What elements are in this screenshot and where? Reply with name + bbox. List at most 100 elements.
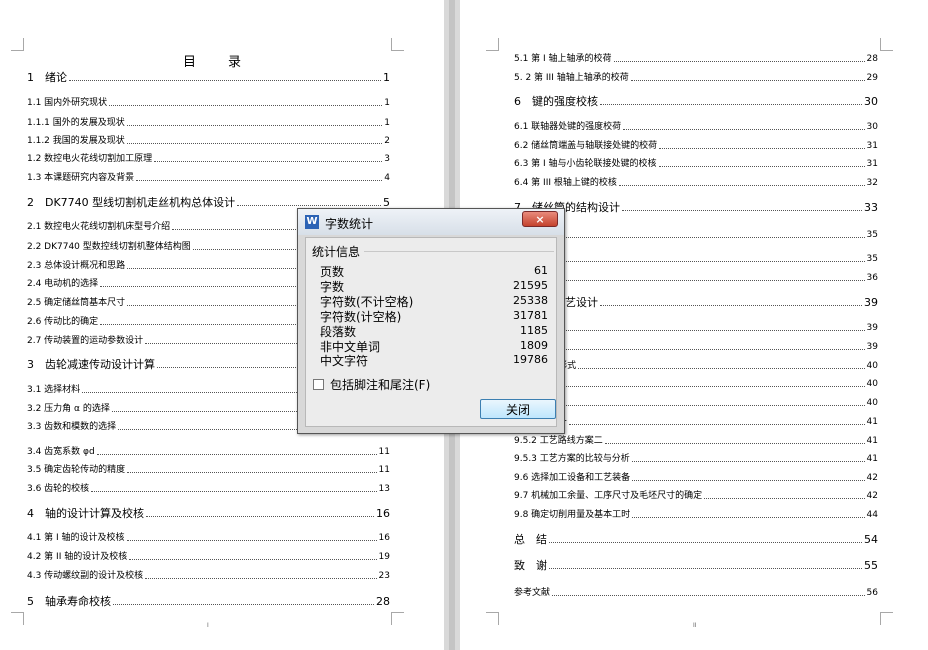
stat-label: 中文字符 <box>320 354 369 368</box>
toc-entry[interactable]: 3.6 齿轮的校核 13 <box>27 483 390 495</box>
toc-entry-label: 1 绪论 <box>27 71 67 84</box>
stats-group-label: 统计信息 <box>312 243 363 260</box>
toc-entry-page: 41 <box>866 454 878 464</box>
toc-entry[interactable]: 7.1 设计35 <box>514 229 878 241</box>
toc-entry-label: 参考文献 <box>514 588 551 598</box>
toc-entry[interactable]: 9.2 艺分析39 <box>514 341 878 353</box>
margin-mark <box>880 38 893 51</box>
toc-entry[interactable]: 9 件的工艺设计39 <box>514 297 878 309</box>
close-icon[interactable]: × <box>522 211 558 227</box>
toc-entry[interactable]: 9.7 机械加工余量、工序尺寸及毛坯尺寸的确定 42 <box>514 490 878 502</box>
toc-entry[interactable]: 6.1 联轴器处键的强度校荷 30 <box>514 121 878 133</box>
toc-leader-dots <box>552 595 865 596</box>
toc-entry-page: 16 <box>378 533 390 543</box>
include-footnotes-label[interactable]: 包括脚注和尾注(F) <box>330 376 430 393</box>
toc-leader-dots <box>568 424 865 425</box>
toc-entry-page: 1 <box>384 98 390 108</box>
toc-entry[interactable]: 致 谢 55 <box>514 560 878 572</box>
toc-leader-dots <box>658 166 865 167</box>
toc-entry[interactable]: 6.4 第 III 根轴上键的校核 32 <box>514 177 878 189</box>
include-footnotes-option[interactable]: 包括脚注和尾注(F) <box>313 376 430 393</box>
toc-entry-label: 2.3 总体设计概况和思路 <box>27 261 126 271</box>
dialog-titlebar[interactable]: W 字数统计 × <box>298 209 564 235</box>
toc-entry-label: 1.1.2 我国的发展及现状 <box>27 136 125 146</box>
toc-entry[interactable]: 1.3 本课题研究内容及背景 4 <box>27 172 390 184</box>
toc-entry[interactable]: 4 轴的设计计算及校核 16 <box>27 508 390 520</box>
margin-mark <box>486 612 499 625</box>
toc-entry-label: 致 谢 <box>514 559 547 572</box>
toc-leader-dots <box>237 205 381 206</box>
toc-entry-label: 2 DK7740 型线切割机走丝机构总体设计 <box>27 196 236 209</box>
toc-entry-page: 11 <box>378 465 390 475</box>
toc-entry[interactable]: 1.2 数控电火花线切割加工原理 3 <box>27 153 390 165</box>
page-number-footer: I <box>207 622 209 629</box>
toc-entry[interactable]: 5.1 第 I 轴上轴承的校荷 28 <box>514 53 878 65</box>
toc-entry-label: 3.3 齿数和模数的选择 <box>27 422 117 432</box>
toc-entry[interactable]: 3.5 确定齿轮传动的精度 11 <box>27 464 390 476</box>
toc-entry[interactable]: 9.6 选择加工设备和工艺装备 42 <box>514 472 878 484</box>
toc-entry[interactable]: 6.2 储丝筒端盖与轴联接处键的校荷 31 <box>514 140 878 152</box>
toc-leader-dots <box>109 105 383 106</box>
margin-mark <box>391 612 404 625</box>
toc-entry-label: 总 结 <box>514 533 547 546</box>
toc-entry[interactable]: 4.1 第 I 轴的设计及校核 16 <box>27 532 390 544</box>
margin-mark <box>391 38 404 51</box>
toc-entry[interactable]: 5 轴承寿命校核 28 <box>27 596 390 608</box>
toc-leader-dots <box>69 80 381 81</box>
toc-entry[interactable]: 参考文献 56 <box>514 587 878 599</box>
toc-entry-label: 6.1 联轴器处键的强度校荷 <box>514 122 622 132</box>
toc-leader-dots <box>613 61 865 62</box>
toc-leader-dots <box>632 480 865 481</box>
toc-entry[interactable]: 1.1 国内外研究现状 1 <box>27 97 390 109</box>
toc-entry[interactable]: 9.5 路线40 <box>514 397 878 409</box>
toc-entry[interactable]: 4.3 传动螺纹副的设计及校核 23 <box>27 570 390 582</box>
toc-entry-page: 36 <box>866 273 878 283</box>
toc-entry[interactable]: 9.8 确定切削用量及基本工时 44 <box>514 509 878 521</box>
toc-entry-label: 2.7 传动装置的运动参数设计 <box>27 336 144 346</box>
toc-entry-page: 1 <box>383 71 390 84</box>
toc-entry[interactable]: 总 结 54 <box>514 534 878 546</box>
toc-entry-label: 3.5 确定齿轮传动的精度 <box>27 465 126 475</box>
toc-entry[interactable]: 9.1 状39 <box>514 322 878 334</box>
toc-entry-label: 1.3 本课题研究内容及背景 <box>27 173 135 183</box>
toc-leader-dots <box>542 330 865 331</box>
stat-value: 31781 <box>513 309 548 322</box>
toc-entry-label: 9.7 机械加工余量、工序尺寸及毛坯尺寸的确定 <box>514 491 703 501</box>
stat-value: 19786 <box>513 353 548 366</box>
toc-leader-dots <box>632 517 865 518</box>
toc-entry[interactable]: 7 储丝筒的结构设计 33 <box>514 202 878 214</box>
toc-entry[interactable]: 5. 2 第 III 轴轴上轴承的校荷 29 <box>514 72 878 84</box>
toc-entry[interactable]: 9.5.1 方案一41 <box>514 416 878 428</box>
toc-leader-dots <box>91 491 377 492</box>
toc-entry[interactable]: 4.2 第 II 轴的设计及校核 19 <box>27 551 390 563</box>
toc-entry[interactable]: 9.5.3 工艺方案的比较与分析 41 <box>514 453 878 465</box>
toc-entry-page: 55 <box>864 559 878 572</box>
toc-entry-label: 6.4 第 III 根轴上键的校核 <box>514 178 617 188</box>
toc-leader-dots <box>549 568 862 569</box>
toc-entry-label: 5. 2 第 III 轴轴上轴承的校荷 <box>514 73 629 83</box>
toc-entry-page: 28 <box>866 54 878 64</box>
include-footnotes-checkbox[interactable] <box>313 379 324 390</box>
toc-entry-label: 3.2 压力角 α 的选择 <box>27 404 110 414</box>
toc-entry[interactable]: 6 键的强度校核 30 <box>514 96 878 108</box>
toc-leader-dots <box>549 542 862 543</box>
toc-entry[interactable]: 9.5.2 工艺路线方案二 41 <box>514 435 878 447</box>
toc-entry[interactable]: 1.1.1 国外的发展及现状 1 <box>27 117 390 129</box>
toc-entry[interactable]: 1 绪论 1 <box>27 72 390 84</box>
toc-entry[interactable]: 9.3 的制造形式40 <box>514 360 878 372</box>
close-button[interactable]: 关闭 <box>480 399 556 419</box>
toc-entry[interactable]: 7.3 计36 <box>514 272 878 284</box>
toc-entry-page: 1 <box>384 118 390 128</box>
toc-entry[interactable]: 6.3 第 I 轴与小齿轮联接处键的校核 31 <box>514 158 878 170</box>
toc-entry-label: 2.2 DK7740 型数控线切割机整体结构图 <box>27 242 191 252</box>
toc-entry[interactable]: 9.4 择40 <box>514 378 878 390</box>
toc-leader-dots <box>659 148 865 149</box>
toc-entry-page: 13 <box>378 484 390 494</box>
toc-entry-label: 9.6 选择加工设备和工艺装备 <box>514 473 631 483</box>
toc-entry-page: 23 <box>378 571 390 581</box>
toc-entry[interactable]: 1.1.2 我国的发展及现状 2 <box>27 135 390 147</box>
toc-entry[interactable]: 3.4 齿宽系数 φd 11 <box>27 446 390 458</box>
toc-entry-label: 5 轴承寿命校核 <box>27 595 111 608</box>
toc-entry[interactable]: 7.2 点35 <box>514 253 878 265</box>
toc-leader-dots <box>146 516 374 517</box>
